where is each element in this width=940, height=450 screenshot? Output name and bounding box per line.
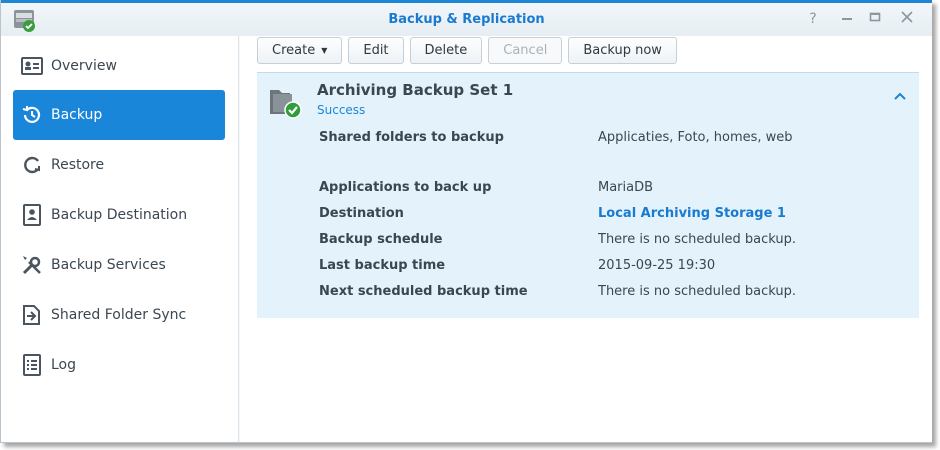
- minimize-icon[interactable]: [839, 11, 855, 27]
- backup-clock-icon: [21, 104, 43, 126]
- delete-button[interactable]: Delete: [409, 37, 483, 64]
- create-button-label: Create: [272, 43, 316, 58]
- detail-key: Shared folders to backup: [319, 130, 504, 145]
- maximize-icon[interactable]: [867, 11, 883, 27]
- sidebar-item-label: Restore: [51, 157, 105, 173]
- overview-icon: [21, 55, 43, 77]
- title-bar[interactable]: Backup & Replication ?: [1, 0, 932, 36]
- wrench-screwdriver-icon: [21, 254, 43, 276]
- log-icon: [21, 354, 43, 376]
- sidebar-item-backup-services[interactable]: Backup Services: [13, 240, 225, 290]
- detail-key: Applications to back up: [319, 180, 492, 195]
- detail-value: Applicaties, Foto, homes, web: [598, 130, 793, 145]
- help-icon[interactable]: ?: [805, 11, 821, 27]
- sidebar-item-backup-destination[interactable]: Backup Destination: [13, 190, 225, 240]
- sidebar-item-label: Backup: [51, 107, 103, 123]
- backup-replication-window: Backup & Replication ? Overview Backup R…: [0, 0, 932, 443]
- sidebar-item-shared-folder-sync[interactable]: Shared Folder Sync: [13, 290, 225, 340]
- detail-value: There is no scheduled backup.: [598, 232, 796, 247]
- cancel-button[interactable]: Cancel: [488, 37, 563, 64]
- destination-icon: [21, 204, 43, 226]
- close-icon[interactable]: [899, 11, 915, 27]
- window-title: Backup & Replication: [388, 12, 545, 27]
- sidebar-item-label: Backup Services: [51, 257, 166, 273]
- toolbar: Create ▼ Edit Delete Cancel Backup now: [257, 37, 677, 64]
- sidebar-item-label: Overview: [51, 58, 117, 74]
- edit-button[interactable]: Edit: [348, 37, 404, 64]
- detail-value: There is no scheduled backup.: [598, 284, 796, 299]
- sidebar: Overview Backup Restore Backup Destinati…: [1, 36, 239, 442]
- sidebar-item-label: Shared Folder Sync: [51, 307, 187, 323]
- sidebar-item-log[interactable]: Log: [13, 340, 225, 390]
- sidebar-item-restore[interactable]: Restore: [13, 140, 225, 190]
- sidebar-item-overview[interactable]: Overview: [13, 41, 225, 91]
- detail-value: MariaDB: [598, 180, 654, 195]
- detail-key: Destination: [319, 206, 404, 221]
- detail-key: Next scheduled backup time: [319, 284, 528, 299]
- chevron-up-icon[interactable]: [893, 89, 907, 103]
- main-content: Create ▼ Edit Delete Cancel Backup now A…: [240, 36, 932, 442]
- detail-value: 2015-09-25 19:30: [598, 258, 716, 273]
- sidebar-item-label: Log: [51, 357, 77, 373]
- restore-icon: [21, 154, 43, 176]
- create-button[interactable]: Create ▼: [257, 37, 343, 64]
- destination-link[interactable]: Local Archiving Storage 1: [598, 206, 786, 221]
- backup-task-panel[interactable]: Archiving Backup Set 1 Success Shared fo…: [257, 72, 919, 318]
- task-status: Success: [317, 103, 366, 117]
- sidebar-item-backup[interactable]: Backup: [13, 90, 225, 140]
- folder-success-icon: [268, 84, 304, 120]
- detail-key: Last backup time: [319, 258, 446, 273]
- backup-now-button[interactable]: Backup now: [568, 37, 677, 64]
- caret-down-icon: ▼: [321, 46, 328, 55]
- sidebar-item-label: Backup Destination: [51, 207, 188, 223]
- folder-sync-icon: [21, 304, 43, 326]
- detail-key: Backup schedule: [319, 232, 443, 247]
- task-title: Archiving Backup Set 1: [317, 81, 514, 99]
